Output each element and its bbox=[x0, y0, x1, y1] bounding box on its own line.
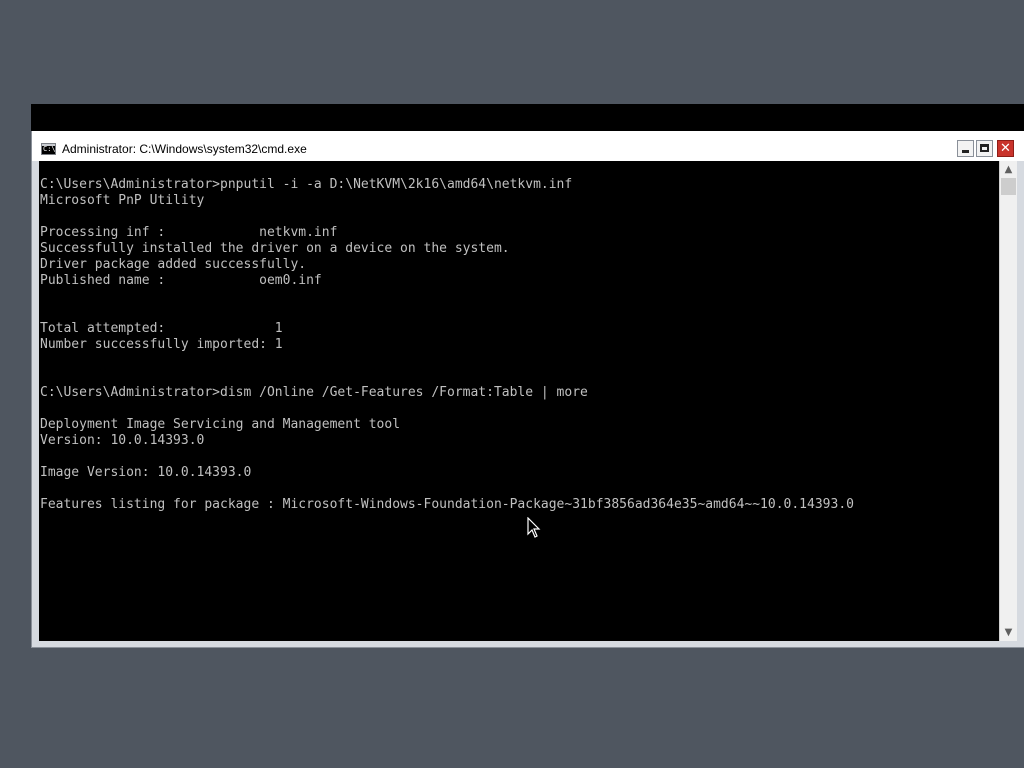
console-line: Processing inf : netkvm.inf bbox=[40, 225, 338, 240]
maximize-icon bbox=[980, 144, 989, 152]
console-output: C:\Users\Administrator>pnputil -i -a D:\… bbox=[40, 177, 854, 513]
console-line: Successfully installed the driver on a d… bbox=[40, 241, 510, 256]
vertical-scrollbar[interactable]: ▲ ▼ bbox=[999, 161, 1017, 641]
cmd-window: C:\ Administrator: C:\Windows\system32\c… bbox=[31, 131, 1024, 648]
cmd-icon-label: C:\ bbox=[43, 145, 56, 153]
cmd-icon[interactable]: C:\ bbox=[41, 143, 56, 155]
scroll-down-icon[interactable]: ▼ bbox=[1000, 624, 1017, 641]
console-line: Driver package added successfully. bbox=[40, 257, 307, 272]
scroll-up-icon[interactable]: ▲ bbox=[1000, 161, 1017, 178]
maximize-button[interactable] bbox=[976, 140, 993, 157]
window-title: Administrator: C:\Windows\system32\cmd.e… bbox=[62, 142, 307, 156]
minimize-button[interactable] bbox=[957, 140, 974, 157]
console-line: Features listing for package : Microsoft… bbox=[40, 497, 854, 512]
scroll-thumb[interactable] bbox=[1001, 178, 1016, 195]
console-area[interactable]: C:\Users\Administrator>pnputil -i -a D:\… bbox=[39, 161, 999, 641]
console-line: C:\Users\Administrator>dism /Online /Get… bbox=[40, 385, 588, 400]
console-line: Microsoft PnP Utility bbox=[40, 193, 205, 208]
console-line: C:\Users\Administrator>pnputil -i -a D:\… bbox=[40, 177, 573, 192]
console-line: Published name : oem0.inf bbox=[40, 273, 322, 288]
minimize-icon bbox=[962, 150, 969, 153]
title-bar[interactable]: C:\ Administrator: C:\Windows\system32\c… bbox=[32, 131, 1024, 161]
desktop-background: C:\ Administrator: C:\Windows\system32\c… bbox=[0, 0, 1024, 768]
console-line: Version: 10.0.14393.0 bbox=[40, 433, 205, 448]
console-line: Deployment Image Servicing and Managemen… bbox=[40, 417, 401, 432]
console-line: Image Version: 10.0.14393.0 bbox=[40, 465, 252, 480]
close-button[interactable]: ✕ bbox=[997, 140, 1014, 157]
top-black-band bbox=[31, 104, 1024, 131]
console-line: Number successfully imported: 1 bbox=[40, 337, 283, 352]
mouse-pointer-icon bbox=[527, 517, 541, 538]
close-icon: ✕ bbox=[1000, 141, 1011, 156]
console-line: Total attempted: 1 bbox=[40, 321, 283, 336]
